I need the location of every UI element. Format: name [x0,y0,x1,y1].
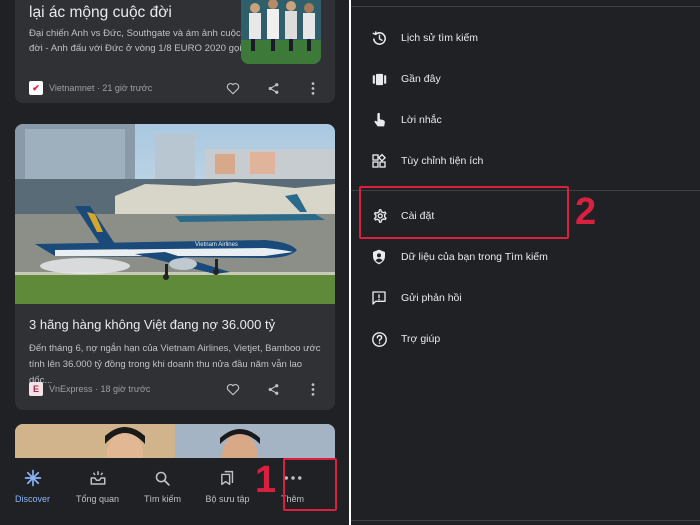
reminder-hand-icon [370,111,388,129]
bookmarks-icon [218,468,238,488]
menu-item-label: Lịch sử tìm kiếm [401,32,479,44]
annotation-highlight-settings [359,186,569,239]
heart-icon[interactable] [225,381,241,397]
news-card-title[interactable]: lại ác mộng cuộc đời [29,4,244,22]
news-card-title[interactable]: 3 hãng hàng không Việt đang nợ 36.000 tỷ [29,317,275,332]
nav-bo-suu-tap[interactable]: Bộ sưu tập [195,458,260,510]
menu-item-recent[interactable]: Gần đây [351,59,700,99]
more-vert-icon[interactable] [305,381,321,397]
search-icon [153,468,173,488]
news-card[interactable]: Vietnam Airlines 3 hãng hàng không Việt … [15,124,335,410]
menu-divider [351,6,700,7]
menu-item-label: Trợ giúp [401,333,441,345]
help-icon [370,330,388,348]
nav-label: Tìm kiếm [144,494,181,504]
news-image-airplane[interactable]: Vietnam Airlines [15,124,335,304]
nav-tong-quan[interactable]: Tổng quan [65,458,130,510]
nav-discover[interactable]: Discover [0,458,65,510]
nav-label: Discover [14,494,50,504]
nav-label: Tổng quan [75,494,120,504]
nav-tim-kiem[interactable]: Tìm kiếm [130,458,195,510]
history-icon [370,29,388,47]
vnexpress-logo-icon: E [29,382,43,396]
menu-item-label: Gửi phản hồi [401,292,462,304]
share-icon[interactable] [265,381,281,397]
discover-feed-panel: lại ác mộng cuộc đời Đại chiến Anh vs Đứ… [0,0,349,525]
menu-item-label: Dữ liệu của bạn trong Tìm kiếm [401,251,548,263]
menu-item-customize-widget[interactable]: Tùy chỉnh tiện ích [351,141,700,181]
inbox-icon [88,468,108,488]
share-icon[interactable] [265,80,281,96]
news-thumbnail[interactable] [241,0,321,64]
news-source-row: ✔ Vietnamnet · 21 giờ trước [29,79,321,97]
menu-item-label: Lời nhắc [401,114,442,126]
more-vert-icon[interactable] [305,80,321,96]
image-livery-text: Vietnam Airlines [195,242,238,248]
menu-item-reminders[interactable]: Lời nhắc [351,100,700,140]
menu-item-search-history[interactable]: Lịch sử tìm kiếm [351,18,700,58]
menu-item-send-feedback[interactable]: Gửi phản hồi [351,278,700,318]
news-source: Vietnamnet · 21 giờ trước [49,83,153,93]
menu-item-label: Tùy chỉnh tiện ích [401,155,484,167]
vietnamnet-logo-icon: ✔ [29,81,43,95]
news-source-row: E VnExpress · 18 giờ trước [29,380,321,398]
news-card-snippet: Đại chiến Anh vs Đức, Southgate và ám ản… [29,28,242,54]
menu-item-help[interactable]: Trợ giúp [351,319,700,359]
recent-cards-icon [370,70,388,88]
annotation-highlight-more [283,458,337,511]
more-menu-panel: Lịch sử tìm kiếm Gần đây Lời nhắc Tùy ch… [351,0,700,525]
nav-label: Bộ sưu tập [205,494,250,504]
menu-item-your-data[interactable]: Dữ liệu của bạn trong Tìm kiếm [351,237,700,277]
annotation-step-number: 1 [255,459,277,501]
menu-item-label: Gần đây [401,73,441,85]
heart-icon[interactable] [225,80,241,96]
shield-person-icon [370,248,388,266]
menu-divider [351,520,700,521]
customize-widget-icon [370,152,388,170]
asterisk-icon [23,468,43,488]
news-source: VnExpress · 18 giờ trước [49,384,151,394]
annotation-step-number: 2 [575,191,597,233]
feedback-icon [370,289,388,307]
news-card[interactable]: lại ác mộng cuộc đời Đại chiến Anh vs Đứ… [15,0,335,103]
